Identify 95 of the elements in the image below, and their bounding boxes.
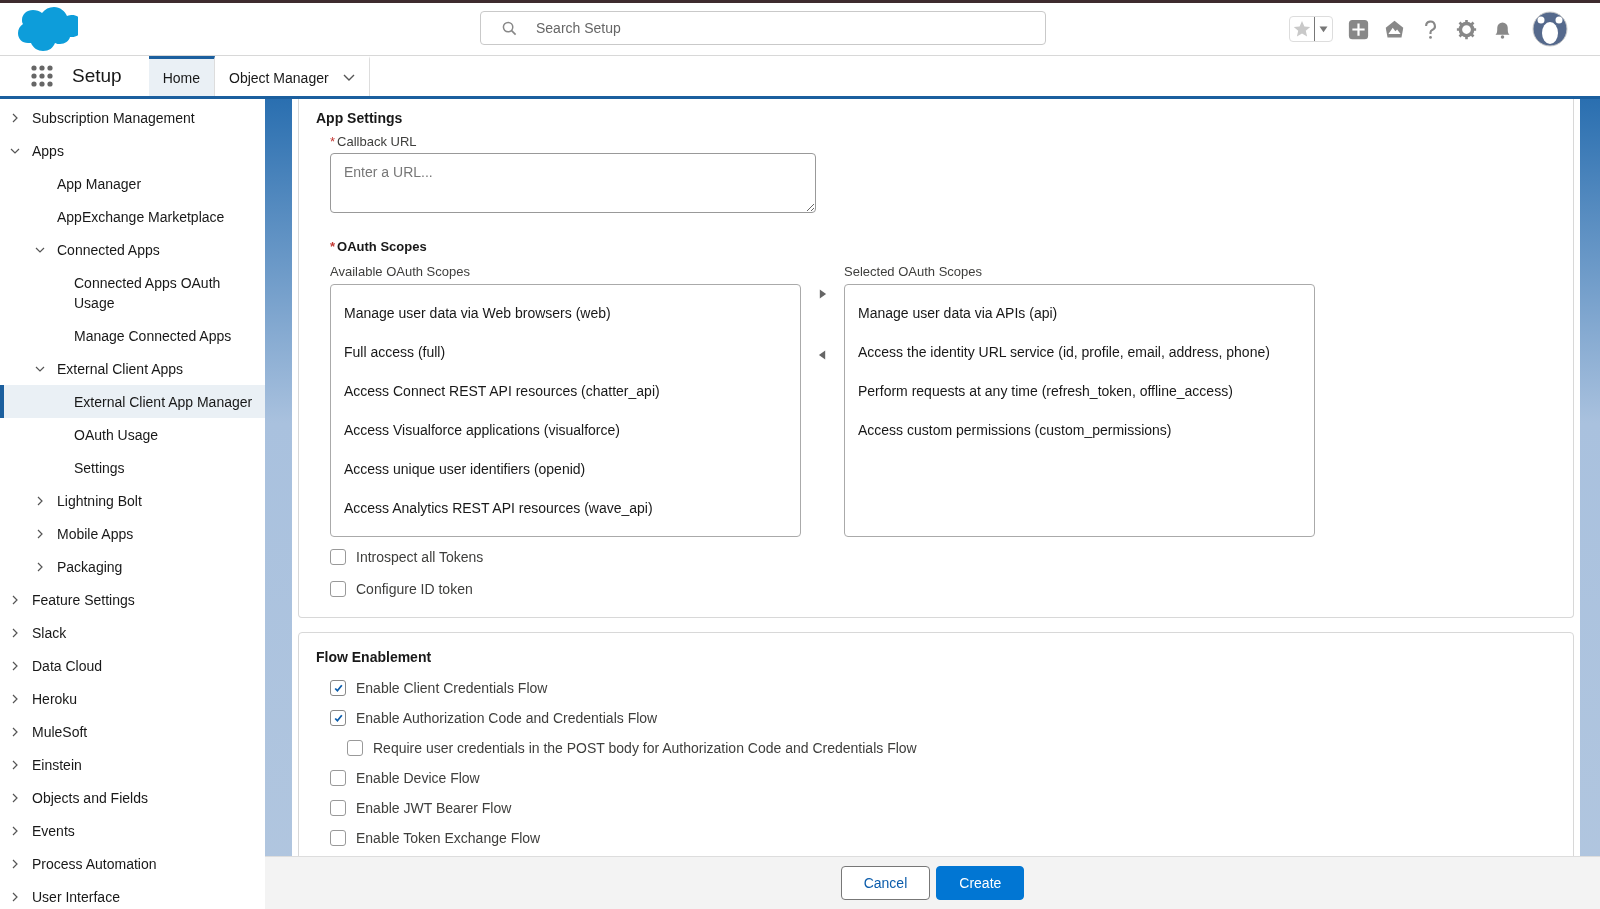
move-right-icon[interactable] [818, 289, 827, 299]
checkbox[interactable] [330, 830, 346, 846]
checkmark-icon [332, 682, 344, 694]
required-mark: * [330, 134, 336, 149]
chevron-right-icon[interactable] [35, 496, 45, 506]
checkbox-label: Require user credentials in the POST body for Authorization Code and Credentials Flow [373, 740, 917, 756]
checkbox[interactable] [330, 770, 346, 786]
mountain-icon[interactable] [1384, 18, 1405, 40]
list-option[interactable]: Manage user data via APIs (api) [845, 293, 1314, 332]
checkbox[interactable] [330, 710, 346, 726]
chevron-right-icon[interactable] [10, 595, 20, 605]
list-label: Selected OAuth Scopes [844, 264, 984, 279]
section-title: Flow Enablement [316, 649, 433, 665]
chevron-down-icon[interactable] [10, 146, 20, 156]
sidebar-item[interactable]: Packaging [0, 550, 265, 583]
checkbox[interactable] [330, 800, 346, 816]
sidebar-item[interactable]: Connected Apps [0, 233, 265, 266]
chevron-right-icon[interactable] [10, 859, 20, 869]
sidebar-item[interactable]: Lightning Bolt [0, 484, 265, 517]
list-option[interactable]: Access the identity URL service (id, profile, email, address, phone) [845, 332, 1314, 371]
star-icon [1292, 19, 1312, 39]
list-option[interactable]: Access Connect REST API resources (chatter_api) [331, 371, 800, 410]
create-button[interactable]: Create [936, 866, 1025, 900]
sidebar-item[interactable]: Einstein [0, 748, 265, 781]
list-option[interactable]: Full access (full) [331, 332, 800, 371]
nav-tab[interactable]: Home [148, 56, 215, 96]
checkmark-icon [332, 712, 344, 724]
sidebar-item[interactable]: Feature Settings [0, 583, 265, 616]
sidebar-item[interactable]: Apps [0, 134, 265, 167]
sidebar-item[interactable]: Heroku [0, 682, 265, 715]
required-mark: * [330, 239, 336, 254]
list-option[interactable]: Access Analytics REST API resources (wave_api) [331, 488, 800, 527]
app-name: Setup [72, 65, 122, 87]
sidebar-item[interactable]: Connected Apps OAuth Usage [0, 266, 265, 319]
cloud-logo[interactable] [16, 7, 78, 51]
chevron-right-icon[interactable] [10, 628, 20, 638]
list-label: Available OAuth Scopes [330, 264, 471, 279]
chevron-right-icon[interactable] [10, 727, 20, 737]
sidebar-item[interactable]: OAuth Usage [0, 418, 265, 451]
list-option[interactable]: Access Visualforce applications (visualforce) [331, 410, 800, 449]
move-left-icon[interactable] [818, 350, 827, 360]
sidebar-item[interactable]: Data Cloud [0, 649, 265, 682]
sidebar-item[interactable]: Objects and Fields [0, 781, 265, 814]
chevron-right-icon[interactable] [35, 529, 45, 539]
app-launcher-icon[interactable] [31, 65, 53, 87]
list-option[interactable]: Manage user data via Web browsers (web) [331, 293, 800, 332]
chevron-right-icon[interactable] [10, 661, 20, 671]
checkbox-label: Enable Token Exchange Flow [356, 830, 541, 846]
sidebar-item[interactable]: User Interface [0, 880, 265, 909]
field-label: OAuth Scopes [337, 239, 427, 254]
search-icon [502, 21, 517, 36]
sidebar-item[interactable]: External Client Apps [0, 352, 265, 385]
chevron-down-icon [342, 73, 355, 82]
search-field[interactable]: Search Setup [480, 11, 1046, 45]
sidebar-item[interactable]: App Manager [0, 167, 265, 200]
field-label: Callback URL [337, 134, 417, 149]
checkbox-label: Enable JWT Bearer Flow [356, 800, 512, 816]
checkbox-label: Enable Authorization Code and Credentials Flow [356, 710, 658, 726]
sidebar-item[interactable]: Slack [0, 616, 265, 649]
chevron-down-icon[interactable] [35, 245, 45, 255]
chevron-right-icon[interactable] [10, 892, 20, 902]
avatar[interactable] [1532, 11, 1568, 47]
checkbox-label: Enable Device Flow [356, 770, 480, 786]
sidebar-item[interactable]: Manage Connected Apps [0, 319, 265, 352]
sidebar-item[interactable]: Settings [0, 451, 265, 484]
plus-icon[interactable] [1348, 18, 1369, 40]
list-option[interactable]: Perform requests at any time (refresh_token, offline_access) [845, 371, 1314, 410]
chevron-right-icon[interactable] [35, 562, 45, 572]
checkbox[interactable] [330, 549, 346, 565]
chevron-down-icon[interactable] [35, 364, 45, 374]
chevron-right-icon[interactable] [10, 760, 20, 770]
section-title: App Settings [316, 110, 404, 126]
checkbox[interactable] [347, 740, 363, 756]
checkbox-label: Configure ID token [356, 581, 473, 597]
settings-icon[interactable] [1456, 18, 1477, 40]
sidebar-item[interactable]: Subscription Management [0, 101, 265, 134]
sidebar-item[interactable]: Events [0, 814, 265, 847]
sidebar-item[interactable]: AppExchange Marketplace [0, 200, 265, 233]
sidebar-item[interactable]: Process Automation [0, 847, 265, 880]
chevron-right-icon[interactable] [10, 793, 20, 803]
sidebar-item[interactable]: MuleSoft [0, 715, 265, 748]
checkbox-label: Enable Client Credentials Flow [356, 680, 548, 696]
favorites-button[interactable] [1289, 16, 1333, 42]
cancel-button[interactable]: Cancel [840, 866, 931, 900]
chevron-right-icon[interactable] [10, 694, 20, 704]
list-option[interactable]: Access unique user identifiers (openid) [331, 449, 800, 488]
url-field[interactable]: Enter a URL... [330, 153, 816, 213]
sidebar-item[interactable]: External Client App Manager [0, 385, 265, 418]
chevron-right-icon[interactable] [10, 826, 20, 836]
sidebar-item[interactable]: Mobile Apps [0, 517, 265, 550]
checkbox[interactable] [330, 581, 346, 597]
list-option[interactable]: Access custom permissions (custom_permissions) [845, 410, 1314, 449]
checkbox-label: Introspect all Tokens [356, 549, 484, 565]
chevron-right-icon[interactable] [10, 113, 20, 123]
checkbox[interactable] [330, 680, 346, 696]
